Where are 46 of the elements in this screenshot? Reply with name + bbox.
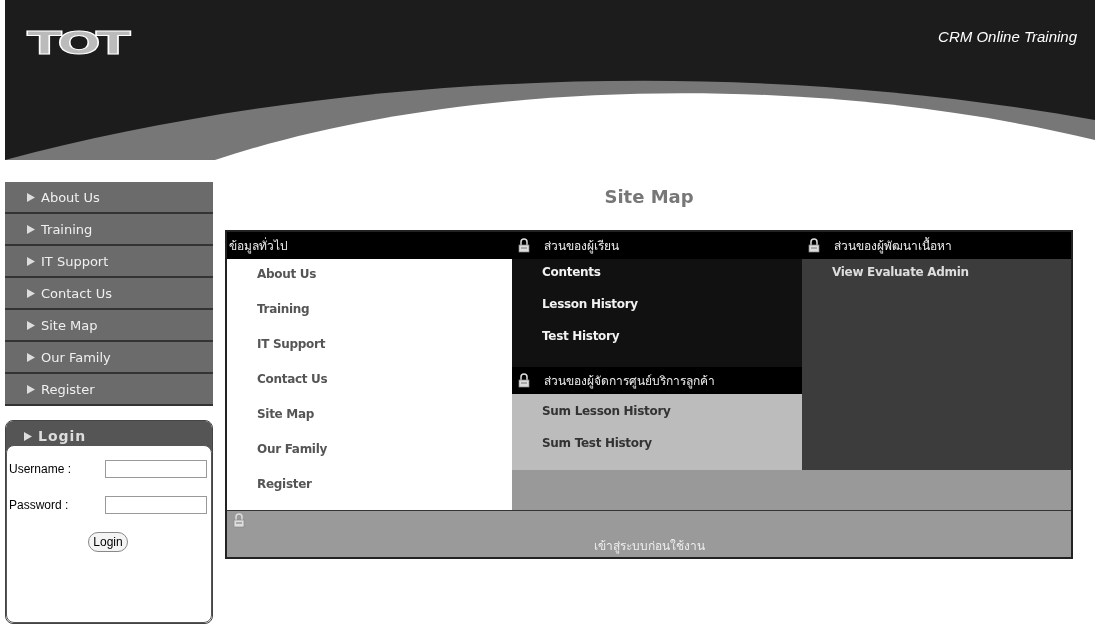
nav-item[interactable]: IT Support	[5, 246, 213, 278]
lock-icon	[518, 373, 530, 388]
login-title: Login	[38, 428, 87, 444]
login-button[interactable]: Login	[88, 532, 128, 552]
arrow-icon	[27, 320, 35, 330]
nav-item[interactable]: Training	[5, 214, 213, 246]
sitemap-link[interactable]: Contents	[542, 263, 601, 281]
field-label: Username :	[9, 462, 72, 476]
arrow-icon	[27, 288, 35, 298]
section-title: ส่วนของผู้จัดการศูนย์บริการลูกค้า	[544, 373, 715, 390]
sitemap-link[interactable]: Sum Lesson History	[542, 402, 671, 420]
sitemap-link[interactable]: IT Support	[257, 335, 326, 353]
input-field[interactable]	[105, 496, 207, 514]
sitemap-link[interactable]: Training	[257, 300, 310, 318]
section-title: ส่วนของผู้พัฒนาเนื้อหา	[834, 236, 952, 255]
nav-item[interactable]: About Us	[5, 182, 213, 214]
sitemap-link[interactable]: Test History	[542, 327, 620, 345]
field-label: Password :	[9, 498, 69, 512]
sitemap-link[interactable]: Sum Test History	[542, 434, 652, 452]
arrow-icon	[27, 384, 35, 394]
sitemap-link[interactable]: About Us	[257, 265, 317, 283]
logo: TOT	[27, 24, 126, 62]
site-title: CRM Online Training	[938, 27, 1077, 47]
page-title: Site Map	[603, 185, 695, 209]
arrow-icon	[27, 224, 35, 234]
arrow-icon	[24, 431, 32, 441]
sitemap-link[interactable]: Our Family	[257, 440, 327, 458]
sitemap-link[interactable]: Contact Us	[257, 370, 328, 388]
section-title: ข้อมูลทั่วไป	[229, 236, 288, 255]
sitemap-link[interactable]: Register	[257, 475, 312, 493]
arrow-icon	[27, 256, 35, 266]
login-notice: เข้าสู่ระบบก่อนใช้งาน	[593, 538, 705, 555]
sitemap-link[interactable]: View Evaluate Admin	[832, 263, 969, 281]
lock-icon	[233, 513, 245, 528]
lock-icon	[808, 238, 820, 253]
sitemap-link[interactable]: Site Map	[257, 405, 315, 423]
sitemap-link[interactable]: Lesson History	[542, 295, 638, 313]
section-title: ส่วนของผู้เรียน	[544, 238, 619, 255]
arrow-icon	[27, 352, 35, 362]
input-field[interactable]	[105, 460, 207, 478]
nav-item[interactable]: Our Family	[5, 342, 213, 374]
nav-item[interactable]: Register	[5, 374, 213, 406]
arrow-icon	[27, 192, 35, 202]
nav-item[interactable]: Contact Us	[5, 278, 213, 310]
nav-item[interactable]: Site Map	[5, 310, 213, 342]
lock-icon	[518, 238, 530, 253]
